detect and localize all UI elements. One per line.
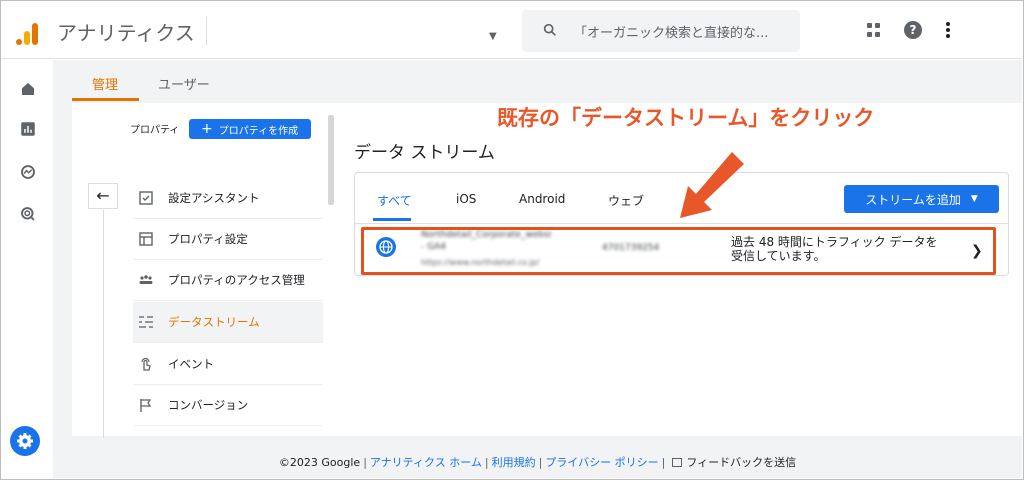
menu-item-conversions[interactable]: コンバージョン bbox=[133, 385, 323, 426]
highlight-box bbox=[361, 227, 996, 275]
menu-item-data-streams[interactable]: データストリーム bbox=[133, 302, 323, 343]
more-vert-icon[interactable] bbox=[946, 22, 950, 38]
caret-down-icon: ▼ bbox=[970, 194, 978, 204]
reports-icon[interactable] bbox=[19, 120, 37, 138]
annotation-callout: 既存の「データストリーム」をクリック bbox=[497, 106, 875, 130]
app-title[interactable]: アナリティクス bbox=[57, 17, 195, 46]
property-settings-icon bbox=[139, 232, 153, 246]
menu-item-label: 設定アシスタント bbox=[168, 191, 260, 205]
home-icon[interactable] bbox=[19, 80, 37, 98]
explore-icon[interactable] bbox=[19, 163, 37, 181]
menu-item-label: イベント bbox=[168, 357, 214, 371]
menu-item-label: コンバージョン bbox=[168, 398, 249, 412]
filter-tab-web[interactable]: ウェブ bbox=[608, 192, 644, 209]
help-icon[interactable]: ? bbox=[904, 21, 922, 39]
apps-grid-icon[interactable] bbox=[867, 23, 881, 37]
footer: ©2023 Google | アナリティクス ホーム | 利用規約 | プライバシー ポリシ… bbox=[53, 446, 1022, 474]
footer-feedback[interactable]: フィードバックを送信 bbox=[686, 456, 796, 469]
checklist-icon bbox=[139, 191, 153, 205]
people-icon bbox=[139, 275, 153, 284]
menu-item-setup-assistant[interactable]: 設定アシスタント bbox=[133, 178, 323, 219]
analytics-logo-icon[interactable] bbox=[15, 21, 41, 45]
property-label: プロパティ bbox=[130, 125, 180, 136]
menu-item-property-settings[interactable]: プロパティ設定 bbox=[133, 219, 323, 260]
data-stream-icon bbox=[139, 316, 153, 328]
admin-settings-button[interactable] bbox=[10, 426, 40, 456]
page-title: データ ストリーム bbox=[354, 143, 495, 163]
footer-copyright: ©2023 Google bbox=[278, 456, 361, 469]
footer-link-terms[interactable]: 利用規約 bbox=[492, 456, 536, 469]
filter-tab-android[interactable]: Android bbox=[519, 192, 565, 206]
tab-user[interactable]: ユーザー bbox=[158, 74, 210, 93]
filter-active-indicator bbox=[373, 218, 411, 221]
filter-tab-all[interactable]: すべて bbox=[377, 192, 412, 209]
annotation-arrow-icon bbox=[680, 152, 744, 218]
gear-icon bbox=[17, 433, 33, 449]
menu-item-label: プロパティのアクセス管理 bbox=[168, 273, 305, 287]
back-arrow-button[interactable]: ← bbox=[88, 183, 118, 209]
feedback-icon bbox=[672, 458, 683, 467]
top-bar: アナリティクス ▼ 「オーガニック検索と直接的な... ? bbox=[1, 1, 1022, 59]
flag-icon bbox=[140, 399, 152, 412]
search-input[interactable]: 「オーガニック検索と直接的な... bbox=[522, 10, 800, 52]
create-property-button[interactable]: + プロパティを作成 bbox=[189, 119, 311, 139]
admin-tabs: 管理 ユーザー bbox=[72, 60, 1022, 102]
footer-link-home[interactable]: アナリティクス ホーム bbox=[370, 456, 482, 469]
title-divider bbox=[206, 17, 207, 45]
plus-icon: + bbox=[201, 121, 213, 137]
advertising-icon[interactable] bbox=[19, 205, 37, 223]
menu-item-access-management[interactable]: プロパティのアクセス管理 bbox=[133, 260, 323, 301]
account-dropdown-icon[interactable]: ▼ bbox=[489, 31, 497, 42]
filter-tab-ios[interactable]: iOS bbox=[456, 192, 476, 206]
menu-item-label: プロパティ設定 bbox=[168, 232, 248, 246]
column-divider bbox=[103, 210, 104, 438]
menu-item-label: データストリーム bbox=[168, 315, 260, 329]
create-property-label: プロパティを作成 bbox=[218, 125, 299, 137]
search-icon bbox=[543, 23, 556, 36]
add-stream-button[interactable]: ストリームを追加 ▼ bbox=[844, 185, 999, 213]
tab-admin[interactable]: 管理 bbox=[92, 74, 118, 93]
footer-link-privacy[interactable]: プライバシー ポリシー bbox=[545, 456, 658, 469]
left-nav-rail bbox=[1, 60, 53, 478]
touch-icon bbox=[141, 357, 151, 371]
menu-item-events[interactable]: イベント bbox=[133, 344, 323, 385]
search-placeholder: 「オーガニック検索と直接的な... bbox=[574, 26, 769, 41]
add-stream-label: ストリームを追加 bbox=[865, 192, 961, 207]
scrollbar[interactable] bbox=[328, 115, 334, 205]
tab-active-indicator bbox=[72, 98, 139, 101]
